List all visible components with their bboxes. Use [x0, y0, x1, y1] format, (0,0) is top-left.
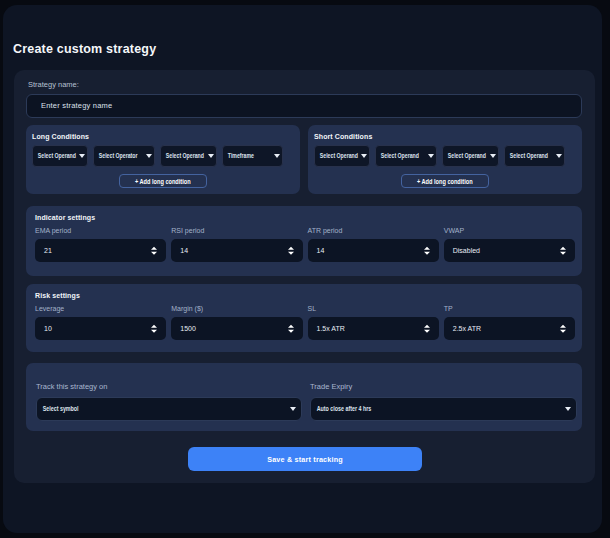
strategy-name-input[interactable]: Enter strategy name	[26, 94, 582, 118]
chevron-down-icon	[565, 407, 571, 411]
stepper-arrows-icon[interactable]	[288, 246, 294, 255]
long-conditions-row: Select Operand Select Operator Select Op…	[32, 145, 283, 167]
long-operator-select[interactable]: Select Operator	[93, 145, 155, 167]
chevron-down-icon	[208, 154, 214, 158]
chevron-down-icon	[79, 154, 85, 158]
long-operand-2-select[interactable]: Select Operand	[160, 145, 217, 167]
sl-input[interactable]: 1.5x ATR	[308, 317, 439, 340]
chevron-down-icon	[556, 154, 562, 158]
tp-label: TP	[444, 305, 575, 312]
ema-period-input[interactable]: 21	[35, 239, 166, 262]
symbol-select[interactable]: Select symbol	[36, 397, 302, 421]
stepper-arrows-icon[interactable]	[424, 246, 430, 255]
stepper-arrows-icon[interactable]	[560, 246, 566, 255]
chevron-down-icon	[428, 154, 434, 158]
short-operand-4-select[interactable]: Select Operand	[504, 145, 565, 167]
stepper-arrows-icon[interactable]	[288, 324, 294, 333]
long-conditions-title: Long Conditions	[32, 133, 89, 140]
margin-label: Margin ($)	[171, 305, 302, 312]
long-conditions-panel: Long Conditions Select Operand Select Op…	[26, 125, 300, 194]
chevron-down-icon	[490, 154, 496, 158]
add-short-condition-button[interactable]: + Add long condition	[401, 174, 489, 188]
risk-settings-panel: Risk settings Leverage 10 Margin ($) 150…	[26, 284, 582, 352]
leverage-input[interactable]: 10	[35, 317, 166, 340]
short-operand-2-select[interactable]: Select Operand	[375, 145, 437, 167]
tracking-panel: Track this strategy on Select symbol Tra…	[26, 363, 582, 431]
stepper-arrows-icon[interactable]	[560, 324, 566, 333]
chevron-down-icon	[290, 407, 296, 411]
long-timeframe-select[interactable]: Timeframe	[222, 145, 283, 167]
short-operand-3-select[interactable]: Select Operand	[442, 145, 499, 167]
short-conditions-row: Select Operand Select Operand Select Ope…	[314, 145, 565, 167]
chevron-down-icon	[361, 154, 367, 158]
atr-period-input[interactable]: 14	[308, 239, 439, 262]
leverage-label: Leverage	[35, 305, 166, 312]
sl-label: SL	[308, 305, 439, 312]
indicator-settings-title: Indicator settings	[35, 214, 95, 221]
chevron-down-icon	[274, 154, 280, 158]
add-long-condition-button[interactable]: + Add long condition	[119, 174, 207, 188]
risk-settings-title: Risk settings	[35, 292, 80, 299]
indicator-settings-panel: Indicator settings EMA period 21 RSI per…	[26, 206, 582, 276]
tp-input[interactable]: 2.5x ATR	[444, 317, 575, 340]
margin-input[interactable]: 1500	[171, 317, 302, 340]
stepper-arrows-icon[interactable]	[151, 246, 157, 255]
strategy-name-placeholder: Enter strategy name	[27, 95, 581, 117]
strategy-name-label: Strategy name:	[28, 80, 79, 89]
short-conditions-panel: Short Conditions Select Operand Select O…	[308, 125, 582, 194]
stepper-arrows-icon[interactable]	[424, 324, 430, 333]
save-start-tracking-button[interactable]: Save & start tracking	[188, 447, 422, 471]
trade-expiry-select[interactable]: Auto close after 4 hrs	[310, 397, 577, 421]
trade-expiry-label: Trade Expiry	[310, 382, 577, 391]
stepper-arrows-icon[interactable]	[151, 324, 157, 333]
ema-period-label: EMA period	[35, 227, 166, 234]
atr-period-label: ATR period	[308, 227, 439, 234]
rsi-period-label: RSI period	[171, 227, 302, 234]
long-operand-1-select[interactable]: Select Operand	[32, 145, 88, 167]
strategy-form-card: Strategy name: Enter strategy name Long …	[14, 70, 595, 483]
track-symbol-label: Track this strategy on	[36, 382, 302, 391]
page-title: Create custom strategy	[13, 42, 156, 56]
short-conditions-title: Short Conditions	[314, 133, 372, 140]
rsi-period-input[interactable]: 14	[171, 239, 302, 262]
chevron-down-icon	[146, 154, 152, 158]
vwap-label: VWAP	[444, 227, 575, 234]
short-operand-1-select[interactable]: Select Operand	[314, 145, 370, 167]
create-strategy-modal: Create custom strategy Strategy name: En…	[3, 5, 602, 533]
vwap-input[interactable]: Disabled	[444, 239, 575, 262]
